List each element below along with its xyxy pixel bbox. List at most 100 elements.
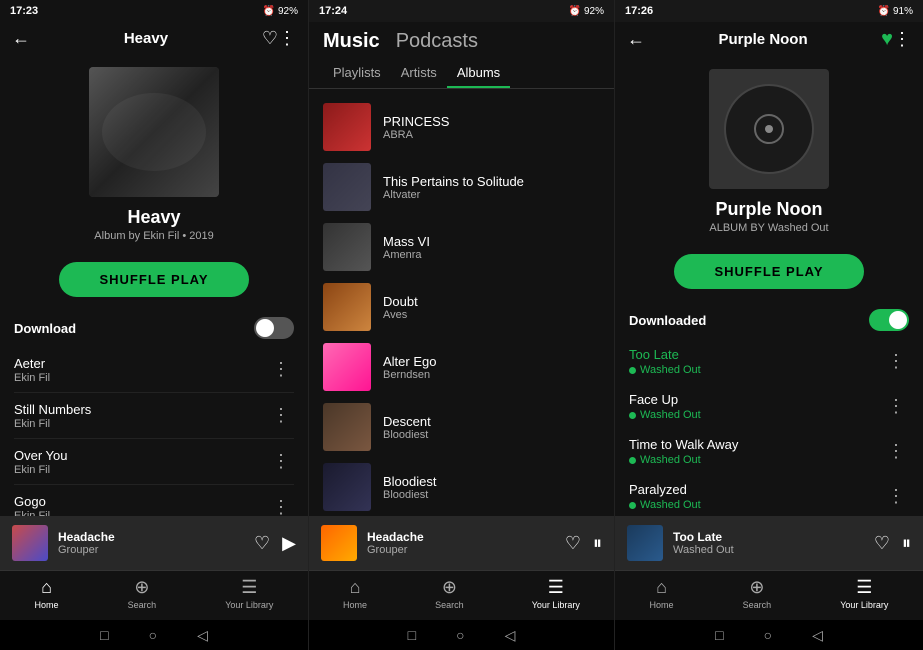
p3-track-more-3[interactable]: ⋮ [883, 437, 909, 466]
np-play-1[interactable]: ▶ [282, 533, 296, 554]
track-more-1[interactable]: ⋮ [268, 355, 294, 384]
np-artist-2: Grouper [367, 544, 555, 556]
tab-podcasts[interactable]: Podcasts [396, 30, 478, 53]
now-playing-bar-3[interactable]: Too Late Washed Out ♡ ⏸ [615, 516, 923, 570]
nav-home-2[interactable]: ⌂ Home [343, 577, 367, 610]
p3-dot-3 [629, 457, 636, 464]
sys-square-2[interactable]: □ [408, 627, 416, 643]
battery-1: 92% [278, 6, 298, 17]
album-list-item-4[interactable]: Doubt Aves [323, 277, 600, 337]
track-item-4[interactable]: Gogo Ekin Fil ⋮ [14, 485, 294, 516]
np-heart-3[interactable]: ♡ [874, 533, 890, 554]
p3-track-item-3[interactable]: Time to Walk Away Washed Out ⋮ [615, 429, 923, 474]
album-thumb-6 [323, 403, 371, 451]
alarm-icon-3: ⏰ [878, 6, 890, 17]
download-row-1: Download [0, 309, 308, 347]
track-more-4[interactable]: ⋮ [268, 493, 294, 516]
album-title-3: Purple Noon [716, 199, 823, 220]
downloaded-row-3: Downloaded [615, 301, 923, 339]
nav-search-1[interactable]: ⊕ Search [128, 577, 157, 610]
nav-search-2[interactable]: ⊕ Search [435, 577, 464, 610]
p3-track-more-2[interactable]: ⋮ [883, 392, 909, 421]
status-icons-3: ⏰ 91% [878, 6, 913, 17]
p3-track-info-3: Time to Walk Away Washed Out [629, 437, 883, 466]
now-playing-bar-2[interactable]: Headache Grouper ♡ ⏸ [309, 516, 614, 570]
album-list-item-7[interactable]: Bloodiest Bloodiest [323, 457, 600, 516]
sys-back-2[interactable]: ◁ [505, 627, 516, 644]
track-item-1[interactable]: Aeter Ekin Fil ⋮ [14, 347, 294, 393]
p3-track-item-2[interactable]: Face Up Washed Out ⋮ [615, 384, 923, 429]
nav-search-label-3: Search [743, 600, 772, 610]
shuffle-button-1[interactable]: SHUFFLE PLAY [59, 262, 248, 297]
p3-dot-1 [629, 367, 636, 374]
album-list-item-3[interactable]: Mass VI Amenra [323, 217, 600, 277]
nav-library-1[interactable]: ☰ Your Library [225, 577, 273, 610]
sys-circle-1[interactable]: ○ [149, 627, 157, 643]
sys-back-3[interactable]: ◁ [812, 627, 823, 644]
alarm-icon-1: ⏰ [263, 6, 275, 17]
panel-music: 17:24 ⏰ 92% Music Podcasts Playlists Art… [308, 0, 615, 650]
np-heart-1[interactable]: ♡ [254, 533, 270, 554]
header-1: ← Heavy ♡ ⋮ [0, 22, 308, 55]
header-3: ← Purple Noon ♥ ⋮ [615, 22, 923, 57]
p3-track-more-1[interactable]: ⋮ [883, 347, 909, 376]
p3-track-more-4[interactable]: ⋮ [883, 482, 909, 511]
track-more-2[interactable]: ⋮ [268, 401, 294, 430]
album-thumb-4 [323, 283, 371, 331]
nav-library-2[interactable]: ☰ Your Library [532, 577, 580, 610]
tab-artists[interactable]: Artists [391, 61, 447, 88]
vinyl-inner [754, 114, 784, 144]
tab-albums[interactable]: Albums [447, 61, 510, 88]
tab-music[interactable]: Music [323, 30, 380, 53]
p3-dot-4 [629, 502, 636, 509]
more-button-1[interactable]: ⋮ [278, 28, 296, 49]
sys-square-1[interactable]: □ [100, 627, 108, 643]
heart-button-1[interactable]: ♡ [262, 28, 278, 49]
nav-home-1[interactable]: ⌂ Home [35, 577, 59, 610]
track-artist-3: Ekin Fil [14, 464, 268, 476]
track-info-2: Still Numbers Ekin Fil [14, 402, 268, 430]
album-list-item-5[interactable]: Alter Ego Berndsen [323, 337, 600, 397]
album-list-item-1[interactable]: PRINCESS ABRA [323, 97, 600, 157]
sys-square-3[interactable]: □ [715, 627, 723, 643]
downloaded-label-3: Downloaded [629, 313, 706, 328]
track-item-3[interactable]: Over You Ekin Fil ⋮ [14, 439, 294, 485]
heart-button-3[interactable]: ♥ [881, 28, 893, 51]
nav-library-3[interactable]: ☰ Your Library [840, 577, 888, 610]
album-list-info-3: Mass VI Amenra [383, 234, 600, 261]
album-list-item-2[interactable]: This Pertains to Solitude Altvater [323, 157, 600, 217]
album-list-info-7: Bloodiest Bloodiest [383, 474, 600, 501]
sys-back-1[interactable]: ◁ [197, 627, 208, 644]
p3-track-artist-row-4: Washed Out [629, 499, 883, 511]
album-list-name-2: This Pertains to Solitude [383, 174, 600, 189]
track-more-3[interactable]: ⋮ [268, 447, 294, 476]
album-list-item-6[interactable]: Descent Bloodiest [323, 397, 600, 457]
now-playing-bar-1[interactable]: Headache Grouper ♡ ▶ [0, 516, 308, 570]
p3-track-name-4: Paralyzed [629, 482, 883, 497]
tab-playlists[interactable]: Playlists [323, 61, 391, 88]
track-list-1: Aeter Ekin Fil ⋮ Still Numbers Ekin Fil … [0, 347, 308, 516]
back-button-1[interactable]: ← [12, 28, 30, 49]
np-heart-2[interactable]: ♡ [565, 533, 581, 554]
shuffle-button-3[interactable]: SHUFFLE PLAY [674, 254, 863, 289]
battery-3: 91% [893, 6, 913, 17]
track-item-2[interactable]: Still Numbers Ekin Fil ⋮ [14, 393, 294, 439]
p3-track-item-4[interactable]: Paralyzed Washed Out ⋮ [615, 474, 923, 516]
download-toggle-1[interactable] [254, 317, 294, 339]
p3-dot-2 [629, 412, 636, 419]
album-list-artist-5: Berndsen [383, 369, 600, 381]
downloaded-toggle-3[interactable] [869, 309, 909, 331]
track-name-4: Gogo [14, 494, 268, 509]
sys-circle-3[interactable]: ○ [764, 627, 772, 643]
album-thumb-7 [323, 463, 371, 511]
np-pause-2[interactable]: ⏸ [593, 533, 602, 554]
status-icons-1: ⏰ 92% [263, 6, 298, 17]
np-pause-3[interactable]: ⏸ [902, 533, 911, 554]
p3-track-item-1[interactable]: Too Late Washed Out ⋮ [615, 339, 923, 384]
nav-search-3[interactable]: ⊕ Search [743, 577, 772, 610]
status-time-3: 17:26 [625, 5, 653, 17]
sys-circle-2[interactable]: ○ [456, 627, 464, 643]
more-button-3[interactable]: ⋮ [893, 29, 911, 50]
back-button-3[interactable]: ← [627, 29, 645, 50]
nav-home-3[interactable]: ⌂ Home [650, 577, 674, 610]
